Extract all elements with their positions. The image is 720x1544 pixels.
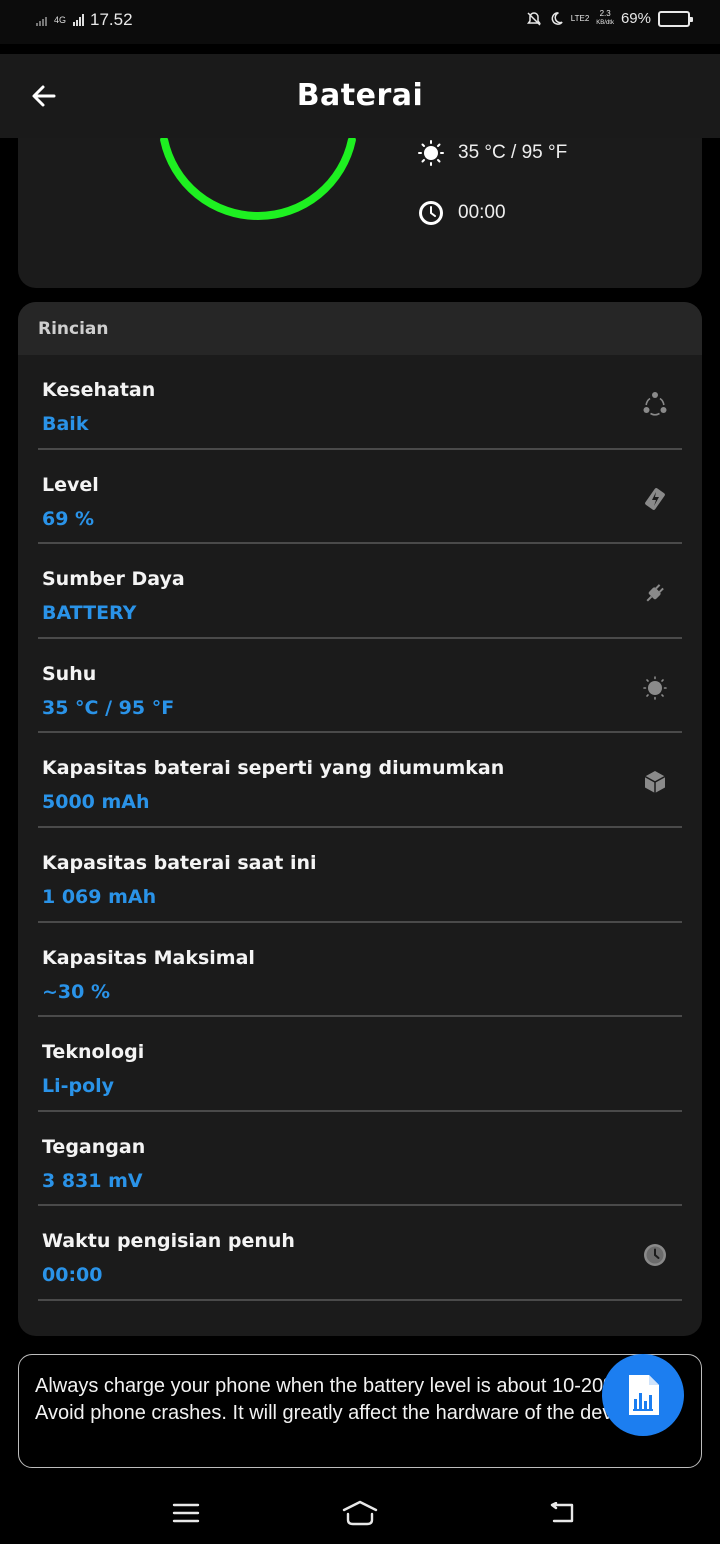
menu-icon xyxy=(172,1503,200,1523)
detail-row-health[interactable]: Kesehatan Baik xyxy=(38,355,682,450)
system-nav-bar xyxy=(0,1480,720,1544)
signal-strength-icon xyxy=(73,14,84,26)
status-right: LTE2 2.3 KB/dtk 69% xyxy=(526,10,693,27)
detail-value: Li-poly xyxy=(42,1075,115,1098)
back-nav-icon xyxy=(550,1502,574,1523)
nav-back-button[interactable] xyxy=(542,1498,582,1528)
detail-row-technology[interactable]: Teknologi Li-poly xyxy=(38,1017,682,1112)
detail-row-level[interactable]: Level 69 % xyxy=(38,450,682,545)
summary-temperature-row: 35 °C / 95 °F xyxy=(418,140,567,166)
details-card: Rincian Kesehatan Baik Level 69 % Sumber… xyxy=(18,302,702,1336)
detail-label: Kapasitas Maksimal xyxy=(42,946,255,969)
detail-label: Kapasitas baterai seperti yang diumumkan xyxy=(42,757,505,780)
box-icon xyxy=(642,769,668,795)
report-fab-button[interactable] xyxy=(602,1354,684,1436)
signal-icon xyxy=(36,14,47,26)
detail-value: 35 °C / 95 °F xyxy=(42,696,175,719)
battery-status-icon xyxy=(658,10,693,27)
network-type: 4G xyxy=(53,14,66,25)
detail-value: 3 831 mV xyxy=(42,1169,143,1192)
plug-icon xyxy=(642,580,668,606)
detail-value: 69 % xyxy=(42,507,95,530)
detail-row-voltage[interactable]: Tegangan 3 831 mV xyxy=(38,1112,682,1207)
network-speed-value: 2.3 xyxy=(599,9,611,18)
nav-menu-button[interactable] xyxy=(166,1498,206,1528)
battery-bolt-icon xyxy=(642,486,668,512)
status-bar: 4G 17.52 LTE2 2.3 KB/dtk 69% xyxy=(0,0,720,44)
clock-icon xyxy=(642,1242,668,1268)
battery-percent: 69% xyxy=(620,10,651,27)
home-icon xyxy=(342,1500,378,1526)
status-left: 4G 17.52 xyxy=(36,10,133,30)
sun-icon xyxy=(642,675,668,701)
detail-label: Suhu xyxy=(42,662,97,685)
detail-value: 5000 mAh xyxy=(42,791,150,814)
nav-home-button[interactable] xyxy=(340,1498,380,1528)
detail-value: BATTERY xyxy=(42,602,137,625)
network-speed: 2.3 KB/dtk xyxy=(596,10,614,27)
summary-time-row: 00:00 xyxy=(418,200,506,226)
summary-temperature: 35 °C / 95 °F xyxy=(458,142,568,163)
detail-row-declared-capacity[interactable]: Kapasitas baterai seperti yang diumumkan… xyxy=(38,733,682,828)
detail-row-temperature[interactable]: Suhu 35 °C / 95 °F xyxy=(38,639,682,734)
detail-label: Waktu pengisian penuh xyxy=(42,1230,295,1253)
volte-badge: LTE2 xyxy=(570,13,590,23)
detail-value: Baik xyxy=(42,413,89,435)
detail-value: 1 069 mAh xyxy=(42,885,157,908)
health-icon xyxy=(642,391,668,417)
summary-time: 00:00 xyxy=(458,202,506,223)
detail-label: Kapasitas baterai saat ini xyxy=(42,851,317,874)
details-heading: Rincian xyxy=(18,302,702,355)
detail-label: Teknologi xyxy=(42,1041,145,1064)
tip-box: Always charge your phone when the batter… xyxy=(18,1354,702,1468)
detail-label: Level xyxy=(42,473,99,496)
app-bar: Baterai xyxy=(0,54,720,138)
detail-label: Tegangan xyxy=(42,1135,146,1158)
moon-icon xyxy=(551,12,563,25)
detail-value: ~30 % xyxy=(42,980,111,1003)
detail-row-power-source[interactable]: Sumber Daya BATTERY xyxy=(38,544,682,639)
status-time: 17.52 xyxy=(90,10,133,29)
detail-row-max-capacity[interactable]: Kapasitas Maksimal ~30 % xyxy=(38,923,682,1018)
tip-text: Always charge your phone when the batter… xyxy=(35,1375,638,1424)
report-chart-icon xyxy=(629,1375,659,1415)
network-speed-unit: KB/dtk xyxy=(596,20,614,26)
detail-row-full-charge-time[interactable]: Waktu pengisian penuh 00:00 xyxy=(38,1206,682,1301)
detail-value: 00:00 xyxy=(42,1264,103,1287)
battery-gauge-arc xyxy=(160,135,356,220)
mute-bell-icon xyxy=(526,11,541,26)
detail-row-current-capacity[interactable]: Kapasitas baterai saat ini 1 069 mAh xyxy=(38,828,682,923)
page-title: Baterai xyxy=(296,78,424,113)
sun-icon xyxy=(418,140,444,166)
detail-label: Sumber Daya xyxy=(42,568,185,591)
detail-label: Kesehatan xyxy=(42,379,156,401)
clock-icon xyxy=(419,201,443,225)
